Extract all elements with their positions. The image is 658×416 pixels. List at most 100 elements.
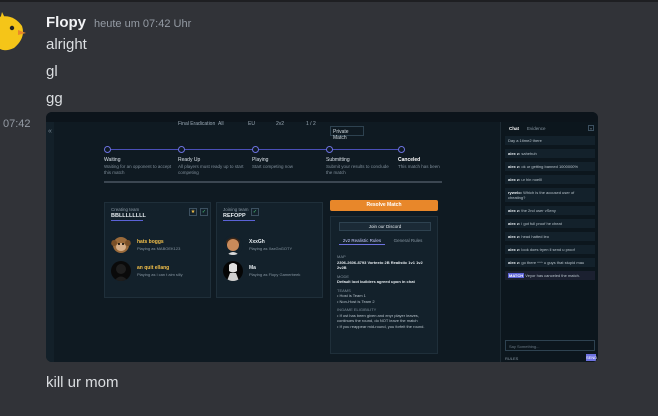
collapse-icon[interactable]: « [48,128,52,135]
chat-author: alex z: [508,151,521,156]
close-icon[interactable]: » [588,125,594,131]
step-dot-icon [252,146,259,153]
player-desc: Playing as i can t aim silly [137,272,183,277]
team-underline [111,220,143,221]
chat-message: alex z: ur hin noelll [505,175,595,184]
player-row[interactable]: XxxGh Playing as XaxGnGOTY [223,235,323,255]
team-name: REFOPP [223,213,246,219]
step-waiting: Waiting Waiting for an opponent to accep… [104,146,174,176]
embed-header-bar [46,112,598,122]
chat-text: Veyor has canceled the match. [525,273,580,278]
trophy-icon: ★ [189,208,197,216]
step-dot-icon [398,146,405,153]
message-line: kill ur mom [46,374,119,391]
check-icon: ✓ [251,208,259,216]
resolve-match-button[interactable]: Resolve Match [330,200,438,211]
tab-evidence[interactable]: Evidence [527,126,546,134]
chat-author: alex z: [508,177,521,182]
match-actions-panel: Resolve Match Join our Discord 2v2 Reali… [330,200,438,356]
rules-value: Default loot builders agreed upon in cha… [337,279,415,284]
chat-author: alex z: [508,164,521,169]
chat-input[interactable]: Say Something... [505,340,595,351]
message-timestamp: heute um 07:42 Uhr [94,18,192,30]
join-discord-button[interactable]: Join our Discord [339,222,431,231]
message-line: gl [46,63,58,80]
chat-author: alex z: [508,234,521,239]
rule-tabs: 2v2 Realistic Rules General Rules [339,237,431,245]
player-desc: Playing as XaxGnGOTY [249,246,293,251]
step-title: Ready Up [178,157,201,163]
team-name: BBLLLLLLLL [111,213,146,219]
rules-value: 2306-2606-8793 Vortexto 2B Realistic 1v1… [337,259,423,271]
step-title: Submitting [326,157,350,163]
chat-message: alex z: ok ur getting banned 1000000% [505,162,595,171]
hover-timestamp: 07:42 [3,118,31,130]
player-row[interactable]: hats boggs Playing as MABOEK123 [111,235,211,255]
step-title: Canceled [398,157,421,163]
chat-text: i got full proof he cheat [521,221,562,226]
send-button[interactable]: SEND [586,354,597,361]
chat-text: ur hin noelll [521,177,542,182]
chat-text: the 2nd user vSeny [521,208,556,213]
player-avatar [111,261,131,281]
embed-left-rail [46,122,54,362]
step-desc: Start competing now [252,164,294,169]
check-icon: ✓ [200,208,208,216]
step-desc: Waiting for an opponent to accept this m… [104,164,172,175]
step-ready-up: Ready Up All players must ready up to st… [178,146,248,176]
rules-item-text: Non-Host is Team 2 [339,298,375,304]
player-name: XxxGh [249,239,265,245]
system-message: MATCH Veyor has canceled the match. [505,271,595,280]
tab-2v2-rules[interactable]: 2v2 Realistic Rules [339,237,385,245]
tab-general-rules[interactable]: General Rules [385,237,431,245]
chat-author: alex z: [508,208,521,213]
chat-author: alex z: [508,221,521,226]
chat-message: alex z: i got full proof he cheat [505,219,595,228]
chat-text: head hatted leo [521,234,549,239]
rules-item: • If ost has been given and enyr player … [337,312,419,324]
message-line: gg [46,90,63,107]
meta-value: Final Eradication [178,121,216,127]
private-match-badge: Private Match [330,126,364,141]
step-dot-icon [178,146,185,153]
player-row[interactable]: an quit ellang Playing as i can t aim si… [111,261,211,281]
team-underline [223,220,255,221]
progress-bar [104,181,442,183]
step-desc: All players must ready up to start compe… [178,164,244,175]
step-canceled: Canceled This match has been [398,146,468,170]
player-avatar [223,235,243,255]
joining-team-card: Joining team REFOPP ✓ XxxGh Playing as X… [216,202,323,298]
meta-value: All [218,121,224,127]
chat-messages: Day a 1time2 there alex z: sahehuh alex … [505,136,595,320]
step-desc: This match has been [398,164,440,169]
rules-item: • Non-Host is Team 2 [337,298,375,304]
team-label: Creating team [111,207,140,212]
chat-message: alex z: head hatted leo [505,232,595,241]
step-title: Waiting [104,157,121,163]
chat-text: go there ^^^ u guys that stupid mau [521,260,585,265]
username[interactable]: Flopy [46,14,86,31]
top-divider [0,0,658,2]
rules-item-text: If ost has been given and enyr player le… [337,312,419,324]
attached-screenshot[interactable]: « Final Eradication All EU 2v2 1 / 2 Pri… [46,112,598,362]
chat-tabs: Chat Evidence [501,126,598,134]
rules-card: Join our Discord 2v2 Realistic Rules Gen… [330,216,438,354]
user-avatar[interactable] [0,8,28,52]
chat-author: alex z: [508,247,521,252]
step-title: Playing [252,157,269,163]
chat-message: alex z: the 2nd user vSeny [505,206,595,215]
creating-team-card: Creating team BBLLLLLLLL ★ ✓ hats boggs … [104,202,211,298]
chat-message: alex z: go there ^^^ u guys that stupid … [505,258,595,267]
meta-value: 2v2 [276,121,285,127]
player-row[interactable]: Ma Playing as Flopy Gamerbeek [223,261,323,281]
chat-rules-link[interactable]: RULES [505,356,518,361]
match-badge: MATCH [508,273,525,278]
player-name: hats boggs [137,239,164,245]
rules-item: • If you reappear mid-round, you forfeit… [337,323,425,329]
step-submitting: Submitting Submit your results to conclu… [326,146,396,176]
tab-chat[interactable]: Chat [509,126,519,134]
step-desc: Submit your results to conclude the matc… [326,164,389,175]
rules-item-text: Host is Team 1 [339,293,366,298]
chat-message: Day a 1time2 there [505,136,595,145]
chat-message: alex z: look does tryen ll send u proof [505,245,595,254]
